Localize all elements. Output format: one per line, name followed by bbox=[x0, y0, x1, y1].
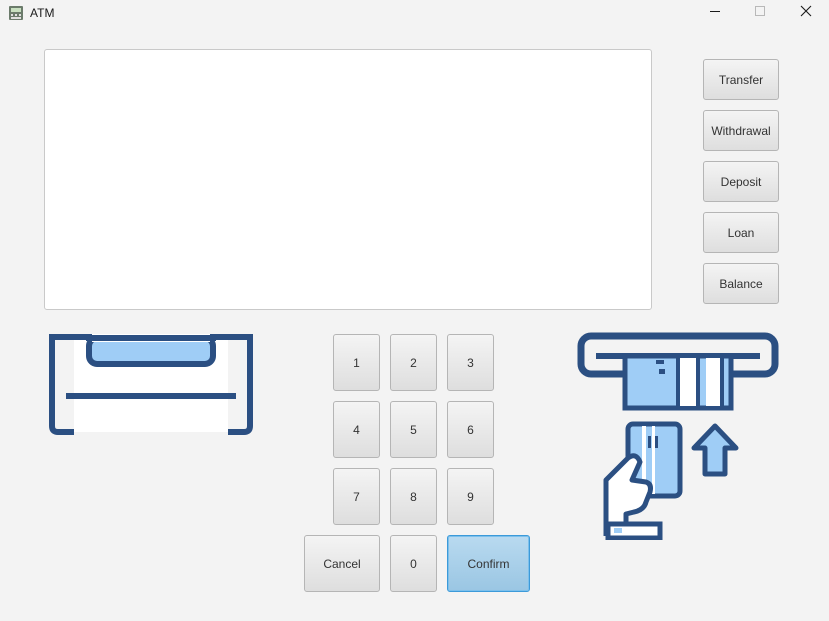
maximize-button[interactable] bbox=[737, 0, 783, 26]
key-5[interactable]: 5 bbox=[390, 401, 437, 458]
key-8[interactable]: 8 bbox=[390, 468, 437, 525]
key-3[interactable]: 3 bbox=[447, 334, 494, 391]
key-9[interactable]: 9 bbox=[447, 468, 494, 525]
title-bar: ATM bbox=[0, 0, 829, 26]
atm-app-icon bbox=[8, 5, 24, 21]
withdrawal-button[interactable]: Withdrawal bbox=[703, 110, 779, 151]
key-4[interactable]: 4 bbox=[333, 401, 380, 458]
maximize-icon bbox=[754, 4, 766, 22]
confirm-button[interactable]: Confirm bbox=[447, 535, 530, 592]
key-7[interactable]: 7 bbox=[333, 468, 380, 525]
close-icon bbox=[800, 4, 812, 22]
close-button[interactable] bbox=[783, 0, 829, 26]
key-0[interactable]: 0 bbox=[390, 535, 437, 592]
window-title: ATM bbox=[30, 6, 55, 20]
key-2[interactable]: 2 bbox=[390, 334, 437, 391]
transfer-button[interactable]: Transfer bbox=[703, 59, 779, 100]
minimize-icon bbox=[709, 4, 721, 22]
key-6[interactable]: 6 bbox=[447, 401, 494, 458]
loan-button[interactable]: Loan bbox=[703, 212, 779, 253]
deposit-button[interactable]: Deposit bbox=[703, 161, 779, 202]
cancel-button[interactable]: Cancel bbox=[304, 535, 380, 592]
cash-dispenser-icon bbox=[48, 334, 254, 441]
balance-button[interactable]: Balance bbox=[703, 263, 779, 304]
atm-display-screen bbox=[44, 49, 652, 310]
key-1[interactable]: 1 bbox=[333, 334, 380, 391]
card-insert-icon bbox=[576, 332, 780, 545]
minimize-button[interactable] bbox=[692, 0, 738, 26]
